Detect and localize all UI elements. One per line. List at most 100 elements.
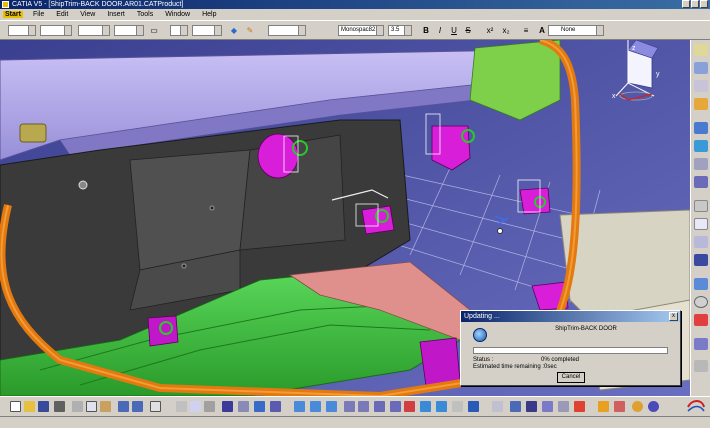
pencil-icon[interactable] (694, 338, 708, 350)
hook-icon[interactable] (694, 314, 708, 326)
progress-bar (473, 347, 668, 354)
underline-button[interactable]: U (448, 25, 460, 37)
close-window-button[interactable] (700, 0, 708, 8)
align-icon[interactable]: ≡ (520, 25, 532, 37)
compass-icon[interactable] (694, 62, 708, 74)
render-icon[interactable] (492, 401, 503, 412)
dialog-close-button[interactable]: x (669, 312, 678, 321)
superscript-button[interactable]: x² (484, 25, 496, 37)
line-style-combo[interactable] (8, 25, 36, 36)
copy-icon[interactable] (86, 401, 97, 412)
menu-help[interactable]: Help (200, 11, 218, 18)
sim-icon[interactable] (614, 401, 625, 412)
frame-value: None (561, 27, 576, 33)
open-icon[interactable] (24, 401, 35, 412)
table-icon[interactable] (222, 401, 233, 412)
zoom-out-icon[interactable] (358, 401, 369, 412)
light-icon[interactable] (510, 401, 521, 412)
lock-icon[interactable] (694, 176, 708, 188)
tree-icon[interactable] (694, 98, 708, 110)
menu-insert[interactable]: Insert (105, 11, 127, 18)
camera-icon[interactable] (542, 401, 553, 412)
frame-combo[interactable]: None (548, 25, 604, 36)
multi-view-icon[interactable] (404, 401, 415, 412)
swap-icon[interactable] (468, 401, 479, 412)
comment-icon[interactable] (190, 401, 201, 412)
analysis-icon[interactable] (270, 401, 281, 412)
format-toolbar: ▭ ◆ ✎ Monospac821 3.5 B I U S x² x₂ ≡ A … (0, 20, 710, 40)
window-title: CATIA V5 - [ShipTrim-BACK DOOR.AR01.CATP… (12, 1, 184, 8)
analysis-wb-icon[interactable] (648, 401, 659, 412)
scene-icon[interactable] (558, 401, 569, 412)
undo-icon[interactable] (118, 401, 129, 412)
bottom-toolbar (0, 396, 710, 416)
catalog-icon[interactable] (694, 44, 708, 56)
text-icon[interactable] (694, 254, 708, 266)
title-bar: CATIA V5 - [ShipTrim-BACK DOOR.AR01.CATP… (0, 0, 710, 9)
line-weight-combo[interactable] (40, 25, 72, 36)
menu-window[interactable]: Window (163, 11, 192, 18)
shape-icon[interactable] (694, 80, 708, 92)
bold-button[interactable]: B (420, 25, 432, 37)
zoom-in-icon[interactable] (344, 401, 355, 412)
menu-tools[interactable]: Tools (135, 11, 155, 18)
cut-icon[interactable] (72, 401, 83, 412)
cancel-button[interactable]: Cancel (557, 372, 585, 383)
apply-icon[interactable] (598, 401, 609, 412)
knowledge-icon[interactable] (254, 401, 265, 412)
maximize-button[interactable] (691, 0, 699, 8)
save-icon[interactable] (38, 401, 49, 412)
measure-tool-icon[interactable] (204, 401, 215, 412)
format-painter-icon[interactable]: ✎ (244, 25, 256, 37)
search-icon[interactable] (238, 401, 249, 412)
menu-view[interactable]: View (78, 11, 97, 18)
fly-icon[interactable] (326, 401, 337, 412)
font-name-combo[interactable]: Monospac821 (338, 25, 384, 36)
print-icon[interactable] (54, 401, 65, 412)
linetype-combo[interactable] (78, 25, 110, 36)
plane-icon[interactable] (694, 140, 708, 152)
expand-icon[interactable] (694, 360, 708, 372)
menu-edit[interactable]: Edit (54, 11, 70, 18)
dialog-document-name: ShipTrim-BACK DOOR (555, 326, 617, 332)
hide-show-icon[interactable] (452, 401, 463, 412)
menu-start[interactable]: Start (3, 11, 23, 18)
paste-icon[interactable] (100, 401, 111, 412)
strikethrough-button[interactable]: S (462, 25, 474, 37)
italic-button[interactable]: I (434, 25, 446, 37)
circle-icon[interactable] (694, 296, 708, 308)
properties-icon[interactable]: ◆ (228, 25, 240, 37)
help-icon[interactable] (150, 401, 161, 412)
estimated-time: Estimated time remaining :0sec (473, 364, 557, 370)
minimize-button[interactable] (682, 0, 690, 8)
measure-icon[interactable] (694, 236, 708, 248)
zoom-area-icon[interactable] (374, 401, 385, 412)
link-icon[interactable] (694, 218, 708, 230)
paint-icon[interactable]: ▭ (148, 25, 160, 37)
fit-icon[interactable] (694, 122, 708, 134)
rotate-icon[interactable] (310, 401, 321, 412)
pan-icon[interactable] (294, 401, 305, 412)
liner-fastener (78, 180, 88, 190)
formula-icon[interactable] (176, 401, 187, 412)
iso-view-icon[interactable] (420, 401, 431, 412)
menu-file[interactable]: File (31, 11, 46, 18)
sphere-icon[interactable] (694, 158, 708, 170)
catia-application: CATIA V5 - [ShipTrim-BACK DOOR.AR01.CATP… (0, 0, 710, 428)
subscript-button[interactable]: x₂ (500, 25, 512, 37)
material-icon[interactable] (526, 401, 537, 412)
point-style-combo[interactable] (114, 25, 144, 36)
sketch-icon[interactable] (694, 278, 708, 290)
layer-combo[interactable] (170, 25, 188, 36)
color-combo[interactable] (192, 25, 222, 36)
shading-icon[interactable] (436, 401, 447, 412)
normal-view-icon[interactable] (390, 401, 401, 412)
redo-icon[interactable] (132, 401, 143, 412)
knowledgeware-icon[interactable] (632, 401, 643, 412)
constraint-icon[interactable] (694, 200, 708, 212)
new-icon[interactable] (10, 401, 21, 412)
style-combo[interactable] (268, 25, 306, 36)
stop-icon[interactable] (574, 401, 585, 412)
font-size-combo[interactable]: 3.5 (388, 25, 412, 36)
font-size-value: 3.5 (391, 27, 400, 33)
